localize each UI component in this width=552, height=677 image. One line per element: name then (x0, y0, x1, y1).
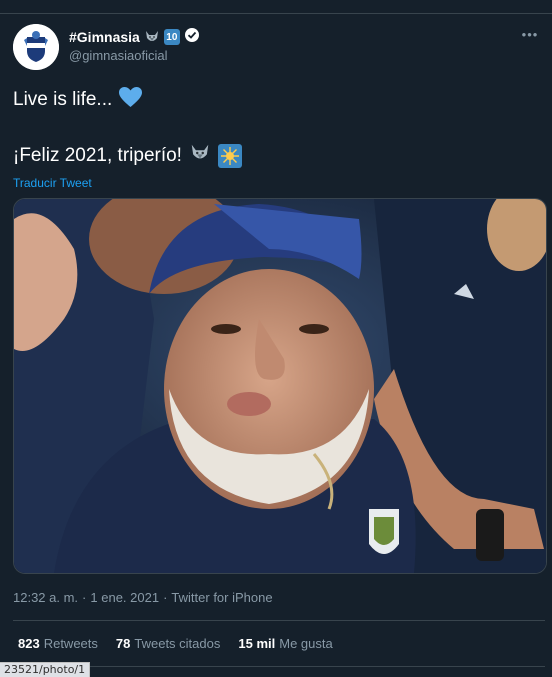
retweets-stat[interactable]: 823 Retweets (18, 636, 98, 651)
tweet-text-line-1: Live is life... (13, 86, 143, 114)
quotes-label: Tweets citados (134, 636, 221, 651)
meta-separator: · (163, 590, 168, 605)
retweets-count: 823 (18, 636, 40, 651)
translate-tweet-link[interactable]: Traducir Tweet (13, 176, 92, 190)
quotes-count: 78 (115, 636, 131, 651)
club-crest-logo (13, 24, 59, 70)
wolf-emoji-icon (144, 29, 160, 45)
tweet-time[interactable]: 12:32 a. m. (13, 590, 78, 605)
tweet-text-feliz: ¡Feliz 2021, triperío! (13, 145, 182, 166)
meta-separator: · (82, 590, 87, 605)
name-row: #Gimnasia 10 (69, 27, 200, 48)
divider (13, 666, 545, 667)
quote-tweets-stat[interactable]: 78 Tweets citados (116, 636, 220, 651)
tweet-metadata: 12:32 a. m. · 1 ene. 2021 · Twitter for … (13, 590, 273, 605)
tweet-source[interactable]: Twitter for iPhone (171, 590, 272, 605)
browser-status-url: 23521/photo/1 (0, 662, 91, 677)
blue-heart-icon (118, 86, 143, 114)
avatar[interactable] (13, 24, 59, 70)
tweet-text-line-2: ¡Feliz 2021, triperío! (13, 142, 242, 170)
keycap-ten-icon: 10 (163, 29, 180, 45)
photo-image (14, 199, 546, 573)
sun-of-may-icon (217, 144, 242, 168)
tweet-text-live: Live is life... (13, 89, 113, 110)
likes-count: 15 mil (238, 636, 276, 651)
likes-label: Me gusta (279, 636, 333, 651)
likes-stat[interactable]: 15 mil Me gusta (238, 636, 332, 651)
more-options-button[interactable]: ••• (518, 26, 542, 42)
wolf-emoji-icon (188, 142, 212, 170)
engagement-stats: 823 Retweets 78 Tweets citados 15 mil Me… (18, 636, 333, 651)
verified-badge-icon (184, 27, 200, 48)
retweets-label: Retweets (43, 636, 98, 651)
display-name[interactable]: #Gimnasia (69, 29, 140, 45)
tweet-photo[interactable] (13, 198, 547, 574)
tweet-date[interactable]: 1 ene. 2021 (90, 590, 159, 605)
divider (13, 620, 545, 621)
tweet-detail: #Gimnasia 10 @gimnasiaoficial ••• Live i… (0, 14, 552, 677)
user-handle[interactable]: @gimnasiaoficial (69, 48, 167, 63)
